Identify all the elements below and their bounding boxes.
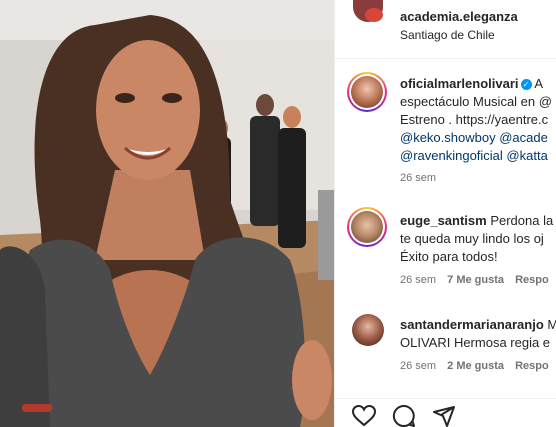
comment-time[interactable]: 26 sem xyxy=(400,274,436,286)
comment-likes[interactable]: 2 Me gusta xyxy=(447,360,504,372)
comment-icon[interactable] xyxy=(392,404,416,427)
caption-text: espectáculo Musical en @ xyxy=(400,94,552,109)
caption-line: A xyxy=(534,76,544,91)
comment-text: te queda muy lindo los oj xyxy=(400,231,544,246)
comment-text: M xyxy=(547,317,556,332)
comment-avatar[interactable] xyxy=(347,207,387,247)
comment-text: Éxito para todos! xyxy=(400,249,498,264)
caption-text: Estreno . https://yaentre.c xyxy=(400,112,549,127)
comment-username[interactable]: euge_santism xyxy=(400,213,487,228)
comment-likes[interactable]: 7 Me gusta xyxy=(447,274,504,286)
action-bar xyxy=(335,398,556,427)
author-avatar-badge xyxy=(365,8,383,22)
comment-text: Perdona la xyxy=(490,213,554,228)
caption-line: espectáculo Musical en @ xyxy=(400,93,552,111)
caption-mentions-line[interactable]: @keko.showboy @acade xyxy=(400,129,552,147)
post-media-image xyxy=(0,0,334,427)
comment-item: santandermarianaranjo M OLIVARI Hermosa … xyxy=(400,316,556,372)
comment-item: euge_santism Perdona la te queda muy lin… xyxy=(400,212,553,286)
caption-avatar[interactable] xyxy=(347,72,387,112)
verified-badge-icon: ✓ xyxy=(520,79,532,90)
share-icon[interactable] xyxy=(432,404,456,427)
reply-button[interactable]: Respo xyxy=(515,360,549,372)
post-media[interactable] xyxy=(0,0,334,427)
post-sidebar: academia.eleganza Santiago de Chile ofic… xyxy=(334,0,556,427)
heart-icon[interactable] xyxy=(352,405,376,427)
caption-time[interactable]: 26 sem xyxy=(400,172,552,184)
caption-line: Estreno . https://yaentre.c xyxy=(400,111,552,129)
post-location[interactable]: Santiago de Chile xyxy=(400,28,495,42)
reply-button[interactable]: Respo xyxy=(515,274,549,286)
caption-mentions-line[interactable]: @ravenkingoficial @katta xyxy=(400,147,552,165)
comment-avatar[interactable] xyxy=(352,314,384,346)
comment-time[interactable]: 26 sem xyxy=(400,360,436,372)
comment-text: OLIVARI Hermosa regia e xyxy=(400,335,551,350)
caption-block: oficialmarlenolivari ✓ A espectáculo Musi… xyxy=(400,75,552,184)
post-header: academia.eleganza Santiago de Chile xyxy=(335,0,556,59)
author-username[interactable]: academia.eleganza xyxy=(400,9,518,24)
caption-username[interactable]: oficialmarlenolivari xyxy=(400,76,519,91)
comment-username[interactable]: santandermarianaranjo xyxy=(400,317,544,332)
